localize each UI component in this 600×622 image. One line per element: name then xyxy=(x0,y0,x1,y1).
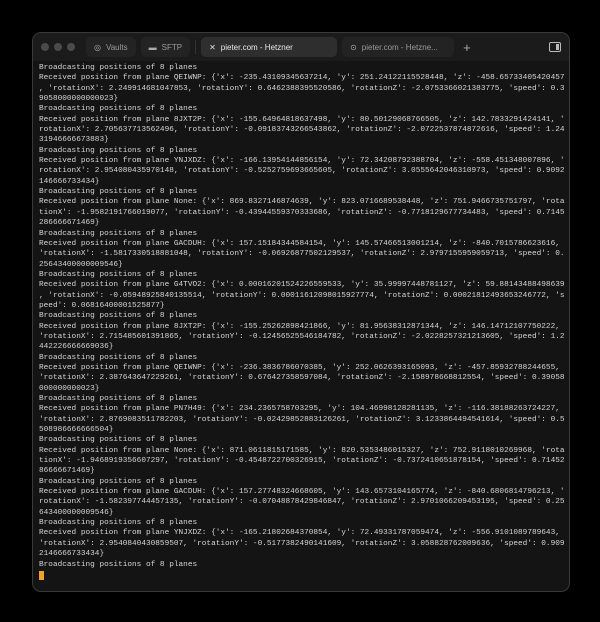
terminal-line: Broadcasting positions of 8 planes xyxy=(39,560,198,569)
terminal-line: tionX': -1.9468919356607297, 'rotationY'… xyxy=(39,457,565,466)
terminal-line: Broadcasting positions of 8 planes xyxy=(39,146,198,155)
terminal-line: Broadcasting positions of 8 planes xyxy=(39,519,198,528)
terminal-line: 286666671469} xyxy=(39,219,100,228)
terminal-line: Received position from plane None: {'x':… xyxy=(39,446,565,455)
tab-active-terminal[interactable]: ✕ pieter.com - Hetzner xyxy=(201,37,338,57)
terminal-line: Received position from plane 8JXT2P: {'x… xyxy=(39,115,565,124)
tab-label: pieter.com - Hetzne... xyxy=(361,42,438,52)
terminal-line: 146666733434} xyxy=(39,177,100,186)
terminal-window: ◎ Vaults ▬ SFTP ✕ pieter.com - Hetzner ⊙… xyxy=(32,32,570,592)
terminal-line: tionX': -1.9582191766019077, 'rotationY'… xyxy=(39,208,565,217)
tab-label: Vaults xyxy=(105,42,128,52)
terminal-line: Received position from plane 8JXT2P: {'x… xyxy=(39,322,560,331)
terminal-line: Received position from plane QEIWNP: {'x… xyxy=(39,74,565,83)
terminal-line: rotationX': 2.705637713562496, 'rotation… xyxy=(39,126,565,135)
tab-vaults[interactable]: ◎ Vaults xyxy=(86,37,136,57)
minimize-window-button[interactable] xyxy=(54,43,62,51)
terminal-cursor xyxy=(39,570,44,580)
terminal-line: 86666671469} xyxy=(39,467,95,476)
terminal-line: Broadcasting positions of 8 planes xyxy=(39,477,198,486)
terminal-output[interactable]: Broadcasting positions of 8 planes Receiv… xyxy=(39,63,565,584)
terminal-line: Received position from plane YNJXDZ: {'x… xyxy=(39,157,565,166)
terminal-line: 'rotationX': 2.8769083511782203, 'rotati… xyxy=(39,415,565,424)
close-tab-icon[interactable]: ✕ xyxy=(209,43,216,52)
close-window-button[interactable] xyxy=(41,43,49,51)
window-controls xyxy=(41,43,75,51)
tab-terminal-2[interactable]: ⊙ pieter.com - Hetzne... xyxy=(342,37,455,57)
terminal-line: 643400000009546} xyxy=(39,508,114,517)
prompt-line xyxy=(39,570,565,584)
terminal-tab-icon: ⊙ xyxy=(350,42,357,52)
terminal-line: 442226666669036} xyxy=(39,343,114,352)
terminal-line: , 'rotationX': -0.05948925840135514, 'ro… xyxy=(39,291,565,300)
terminal-line: Received position from plane YNJXDZ: {'x… xyxy=(39,529,560,538)
tab-label: SFTP xyxy=(161,42,183,52)
terminal-line: 'rotationX': 2.9540840430859507, 'rotati… xyxy=(39,539,565,548)
terminal-line: peed': 0.06816400001525877} xyxy=(39,301,165,310)
title-bar: ◎ Vaults ▬ SFTP ✕ pieter.com - Hetzner ⊙… xyxy=(33,33,569,61)
terminal-line: Broadcasting positions of 8 planes xyxy=(39,312,198,321)
terminal-line: 'rotationX': -1.5817330518881048, 'rotat… xyxy=(39,250,565,259)
terminal-line: 2146666733434} xyxy=(39,550,105,559)
terminal-line: Broadcasting positions of 8 planes xyxy=(39,395,198,403)
terminal-line: 508986666666504} xyxy=(39,426,114,435)
terminal-line: 000000000023} xyxy=(39,384,100,393)
terminal-line: Received position from plane GACDUH: {'x… xyxy=(39,239,560,248)
tab-divider xyxy=(195,40,197,54)
terminal-line: 25643400000009546} xyxy=(39,260,123,269)
terminal-line: Received position from plane PN7H49: {'x… xyxy=(39,405,560,414)
terminal-line: Broadcasting positions of 8 planes xyxy=(39,188,198,197)
terminal-line: Broadcasting positions of 8 planes xyxy=(39,353,198,362)
terminal-line: Broadcasting positions of 8 planes xyxy=(39,436,198,445)
terminal-line: 31946666673883} xyxy=(39,136,109,145)
terminal-line: Broadcasting positions of 8 planes xyxy=(39,229,198,238)
terminal-line: Broadcasting positions of 8 planes xyxy=(39,64,198,72)
folder-icon: ▬ xyxy=(148,42,157,52)
terminal-line: 9058000000000023} xyxy=(39,95,119,104)
new-tab-button[interactable]: + xyxy=(463,40,471,55)
terminal-line: , 'rotationX': 2.249914681047853, 'rotat… xyxy=(39,84,565,93)
terminal-line: Received position from plane GACDUH: {'x… xyxy=(39,488,565,497)
terminal-line: rotationX': -1.582397744457135, 'rotatio… xyxy=(39,498,565,507)
tab-sftp[interactable]: ▬ SFTP xyxy=(140,37,191,57)
terminal-line: 'rotationX': 2.387643647229261, 'rotatio… xyxy=(39,374,565,383)
terminal-line: Broadcasting positions of 8 planes xyxy=(39,105,198,114)
vault-icon: ◎ xyxy=(94,42,101,52)
terminal-line: 'rotationX': 2.715485601391865, 'rotatio… xyxy=(39,332,565,341)
tab-label: pieter.com - Hetzner xyxy=(220,42,293,52)
terminal-line: rotationX': 2.954080435970148, 'rotation… xyxy=(39,167,565,176)
terminal-line: Received position from plane QEIWNP: {'x… xyxy=(39,363,560,372)
terminal-line: Received position from plane G4TVO2: {'x… xyxy=(39,281,565,290)
sidebar-toggle-icon[interactable] xyxy=(549,42,561,52)
terminal-line: Received position from plane None: {'x':… xyxy=(39,198,565,207)
terminal-line: Broadcasting positions of 8 planes xyxy=(39,270,198,279)
zoom-window-button[interactable] xyxy=(67,43,75,51)
